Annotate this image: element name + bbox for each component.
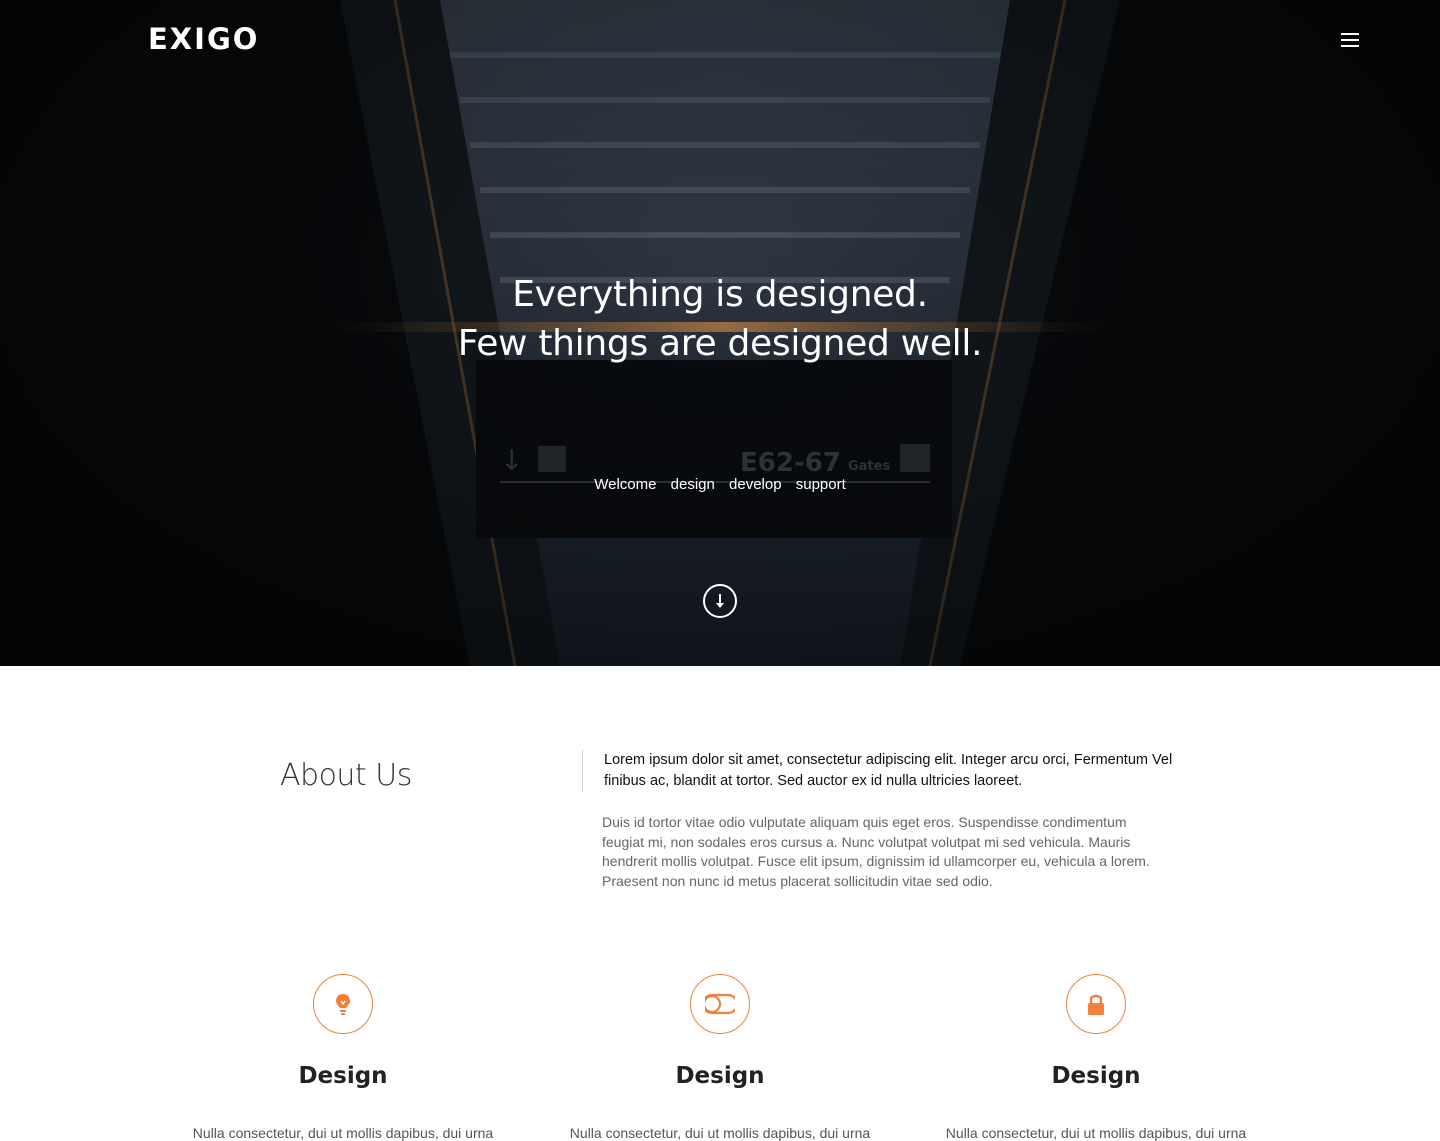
headline-line-2: Few things are designed well.: [457, 323, 983, 364]
tagline-word: Welcome: [594, 476, 657, 493]
lock-glyph: [1088, 994, 1104, 1015]
feature-title: Design: [298, 1063, 388, 1089]
about-title: About Us: [280, 758, 412, 793]
menu-bar: [1341, 33, 1359, 35]
about-divider: [582, 750, 583, 792]
hamburger-menu-icon[interactable]: [1338, 30, 1362, 50]
lightbulb-icon: [313, 974, 373, 1034]
scroll-down-button[interactable]: [703, 584, 737, 618]
feature-title: Design: [1051, 1063, 1141, 1089]
arrow-down-icon: [716, 594, 724, 608]
about-lead-text: Lorem ipsum dolor sit amet, consectetur …: [604, 752, 1173, 789]
tagline-word: develop: [729, 476, 782, 493]
hero-headline: Everything is designed. Few things are d…: [0, 270, 1440, 368]
feature-title: Design: [675, 1063, 765, 1089]
about-body-text: Duis id tortor vitae odio vulputate aliq…: [602, 814, 1150, 889]
lock-icon: [1066, 974, 1126, 1034]
site-logo[interactable]: EXIGO: [148, 22, 259, 56]
toggle-icon: [690, 974, 750, 1034]
tagline-word: support: [795, 476, 846, 493]
headline-line-1: Everything is designed.: [512, 274, 928, 315]
hero-section: ↓ E62-67 Gates EXIGO Everything is desig…: [0, 0, 1440, 666]
menu-bar: [1341, 45, 1359, 47]
tagline-word: design: [670, 476, 715, 493]
toggle-glyph: [705, 993, 735, 1015]
lightbulb-glyph: [336, 994, 350, 1015]
menu-bar: [1341, 39, 1359, 41]
hero-tagline: Welcome design develop support: [0, 476, 1440, 493]
